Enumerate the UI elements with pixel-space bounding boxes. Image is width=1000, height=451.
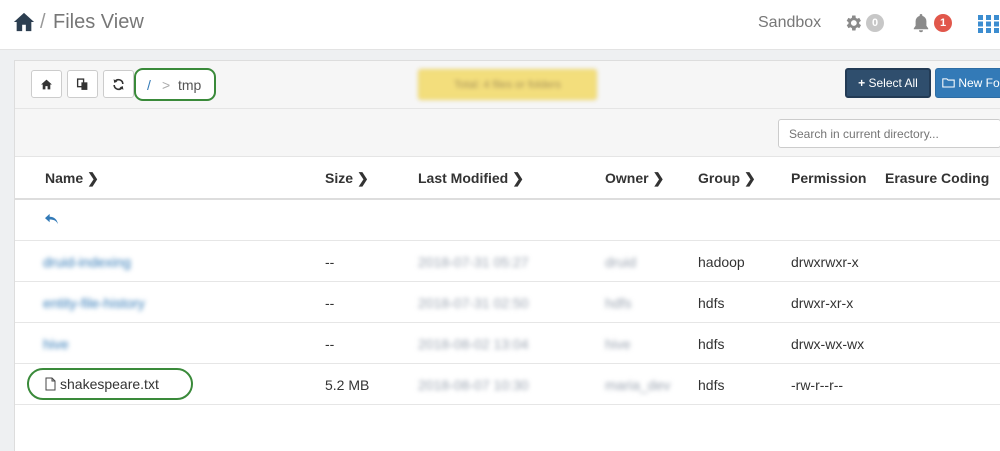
column-header-modified-label: Last Modified — [418, 170, 509, 186]
plus-icon: + — [858, 76, 869, 90]
select-all-button[interactable]: + Select All — [845, 68, 931, 98]
settings-count-badge: 0 — [866, 14, 884, 32]
file-size: -- — [325, 254, 335, 270]
gear-icon[interactable] — [843, 13, 863, 33]
permission: -rw-r--r-- — [791, 377, 844, 393]
breadcrumb-root-link[interactable]: / — [147, 77, 151, 93]
home-icon[interactable] — [13, 11, 35, 33]
alerts-count-badge: 1 — [934, 14, 952, 32]
back-arrow-icon[interactable] — [44, 213, 59, 226]
owner: hive — [605, 336, 631, 352]
column-header-group-label: Group — [698, 170, 740, 186]
file-size: -- — [325, 336, 335, 352]
column-header-owner[interactable]: Owner ❯ — [605, 170, 664, 187]
copy-icon — [76, 77, 88, 90]
folder-icon — [942, 78, 955, 88]
search-input[interactable] — [778, 119, 1000, 148]
permission: drwx-wx-wx — [791, 336, 865, 352]
refresh-button[interactable] — [103, 70, 134, 98]
group: hdfs — [698, 295, 725, 311]
files-panel: / > tmp Total: 4 files or folders + Sele… — [14, 60, 1000, 451]
group: hdfs — [698, 336, 725, 352]
owner: hdfs — [605, 295, 632, 311]
chevron-right-icon: ❯ — [87, 170, 99, 186]
file-icon — [45, 377, 56, 391]
column-header-size[interactable]: Size ❯ — [325, 170, 369, 187]
search-bar-area — [15, 109, 1000, 157]
column-header-modified[interactable]: Last Modified ❯ — [418, 170, 524, 187]
chevron-right-icon: ❯ — [744, 170, 756, 186]
apps-grid-icon[interactable] — [978, 15, 1000, 33]
owner: druid — [605, 254, 637, 270]
cluster-name[interactable]: Sandbox — [758, 14, 821, 32]
home-dir-button[interactable] — [31, 70, 62, 98]
chevron-right-icon: ❯ — [652, 170, 665, 186]
breadcrumb-separator: > — [162, 77, 171, 93]
last-modified: 2018-08-02 13:04 — [418, 336, 529, 352]
group: hadoop — [698, 254, 745, 270]
column-header-erasure-coding: Erasure Coding — [885, 170, 990, 186]
table-row[interactable]: shakespeare.txt 5.2 MB 2018-08-07 10:30 … — [15, 364, 1000, 405]
group: hdfs — [698, 377, 725, 393]
title-separator: / — [40, 11, 46, 33]
parent-dir-row[interactable] — [15, 200, 1000, 241]
column-header-size-label: Size — [325, 170, 354, 186]
breadcrumb: / > tmp — [134, 68, 216, 101]
table-row[interactable]: druid-indexing -- 2018-07-31 05:27 druid… — [15, 241, 1000, 282]
file-size: -- — [325, 295, 335, 311]
folder-name-link[interactable]: entity-file-history — [43, 295, 145, 311]
column-header-name-label: Name — [45, 170, 84, 186]
new-folder-label: New Folder — [958, 76, 1000, 90]
column-header-group[interactable]: Group ❯ — [698, 170, 756, 187]
top-header: / Files View Sandbox 0 1 — [0, 0, 1000, 50]
bell-icon[interactable] — [912, 13, 930, 33]
last-modified: 2018-07-31 02:50 — [418, 295, 529, 311]
home-icon — [41, 79, 52, 89]
select-all-label: Select All — [868, 76, 918, 90]
last-modified: 2018-07-31 05:27 — [418, 254, 529, 270]
breadcrumb-current: tmp — [178, 77, 202, 93]
obscured-summary-button[interactable]: Total: 4 files or folders — [418, 69, 597, 100]
folder-name-link[interactable]: druid-indexing — [43, 254, 131, 270]
file-size: 5.2 MB — [325, 377, 370, 393]
owner: maria_dev — [605, 377, 671, 393]
permission: drwxrwxr-x — [791, 254, 859, 270]
chevron-right-icon: ❯ — [512, 170, 524, 186]
column-header-owner-label: Owner — [605, 170, 649, 186]
refresh-icon — [113, 78, 124, 90]
column-header-name[interactable]: Name ❯ — [45, 170, 99, 187]
toolbar: / > tmp Total: 4 files or folders + Sele… — [15, 61, 1000, 109]
table-row[interactable]: hive -- 2018-08-02 13:04 hive hdfs drwx-… — [15, 323, 1000, 364]
permission: drwxr-xr-x — [791, 295, 854, 311]
column-header-permission: Permission — [791, 170, 867, 186]
chevron-right-icon: ❯ — [357, 170, 369, 186]
page-title: Files View — [53, 11, 144, 33]
new-folder-button[interactable]: New Folder — [935, 68, 1000, 98]
copy-path-button[interactable] — [67, 70, 98, 98]
file-name-link[interactable]: shakespeare.txt — [45, 376, 159, 392]
file-name-label: shakespeare.txt — [60, 376, 159, 392]
last-modified: 2018-08-07 10:30 — [418, 377, 529, 393]
table-row[interactable]: entity-file-history -- 2018-07-31 02:50 … — [15, 282, 1000, 323]
folder-name-link[interactable]: hive — [43, 336, 69, 352]
